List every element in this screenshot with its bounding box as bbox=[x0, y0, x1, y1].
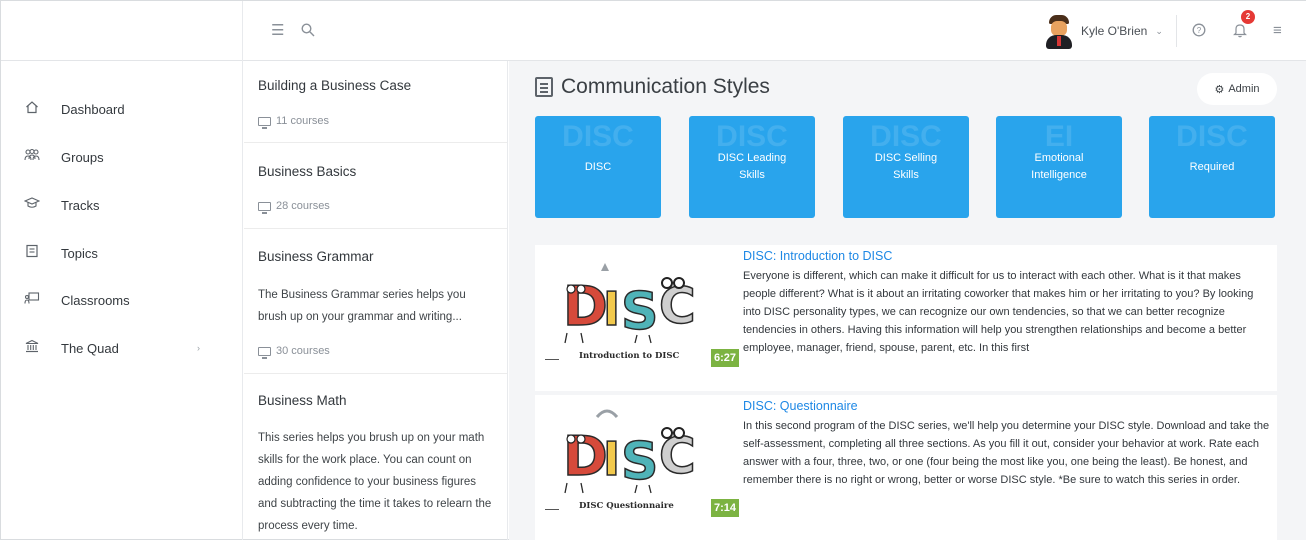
svg-text:I: I bbox=[603, 432, 620, 486]
user-menu[interactable]: Kyle O'Brien ⌄ bbox=[1043, 13, 1163, 49]
chevron-down-icon: ⌄ bbox=[1155, 25, 1163, 36]
series-item[interactable]: Business Math This series helps you brus… bbox=[244, 374, 507, 540]
series-count-text: 11 courses bbox=[276, 115, 329, 127]
series-count-text: 28 courses bbox=[276, 200, 330, 212]
duration-badge: 7:14 bbox=[711, 499, 739, 517]
series-item[interactable]: Business Grammar The Business Grammar se… bbox=[244, 229, 507, 374]
series-title: Building a Business Case bbox=[258, 78, 412, 93]
thumbnail-caption: Introduction to DISC bbox=[579, 351, 680, 361]
divider bbox=[545, 509, 559, 510]
right-menu-icon[interactable]: ≡ bbox=[1273, 23, 1282, 39]
tile-disc-selling-skills[interactable]: DISC DISC Selling Skills bbox=[843, 116, 969, 218]
tile-label: Emotional Intelligence bbox=[1031, 152, 1087, 181]
series-count: 11 courses bbox=[258, 115, 329, 129]
tile-emotional-intelligence[interactable]: EI Emotional Intelligence bbox=[996, 116, 1122, 218]
course-thumbnail[interactable]: D I S C DISC Questionnaire 7:14 bbox=[541, 403, 739, 517]
logo-area bbox=[1, 1, 243, 61]
divider bbox=[1176, 15, 1177, 47]
bank-icon bbox=[23, 339, 41, 357]
svg-text:I: I bbox=[603, 282, 620, 336]
course-card[interactable]: D I S C DISC Questionnaire 7:14 DISC: Qu… bbox=[535, 395, 1277, 540]
sidebar-item-classrooms[interactable]: Classrooms bbox=[1, 280, 243, 320]
sidebar-item-label: The Quad bbox=[61, 340, 119, 356]
tile-disc[interactable]: DISC DISC bbox=[535, 116, 661, 218]
series-title: Business Math bbox=[258, 393, 347, 408]
series-list: Building a Business Case 11 courses Busi… bbox=[244, 61, 508, 540]
tile-label: Required bbox=[1189, 160, 1235, 173]
svg-text:D: D bbox=[563, 425, 608, 488]
sidebar-item-tracks[interactable]: Tracks bbox=[1, 185, 243, 225]
duration-badge: 6:27 bbox=[711, 349, 739, 367]
sidebar-item-groups[interactable]: Groups bbox=[1, 137, 243, 177]
graduation-cap-icon bbox=[23, 196, 41, 214]
app-window: ☰ Kyle O'Brien ⌄ ? 2 ≡ Dashboard Groups … bbox=[0, 0, 1306, 540]
tile-label: DISC Selling Skills bbox=[874, 152, 938, 181]
svg-text:?: ? bbox=[1197, 26, 1202, 35]
series-count: 30 courses bbox=[258, 345, 330, 359]
sidebar-item-label: Dashboard bbox=[61, 101, 125, 117]
gear-icon: ⚙ bbox=[1214, 83, 1225, 96]
course-description: Everyone is different, which can make it… bbox=[743, 270, 1254, 354]
monitor-icon bbox=[258, 201, 271, 214]
disc-characters-illustration: D I S C bbox=[541, 253, 731, 348]
sidebar-item-label: Topics bbox=[61, 245, 98, 261]
tile-required[interactable]: DISC Required bbox=[1149, 116, 1275, 218]
divider bbox=[545, 359, 559, 360]
notification-count-badge: 2 bbox=[1241, 10, 1255, 24]
tile-label: DISC bbox=[584, 160, 612, 173]
series-description: This series helps you brush up on your m… bbox=[258, 432, 492, 532]
course-title-link[interactable]: DISC: Questionnaire bbox=[743, 399, 858, 413]
classroom-icon bbox=[23, 291, 41, 309]
thumbnail-caption: DISC Questionnaire bbox=[579, 501, 674, 511]
course-title-link[interactable]: DISC: Introduction to DISC bbox=[743, 249, 892, 263]
sidebar-item-label: Tracks bbox=[61, 197, 100, 213]
tile-label: DISC Leading Skills bbox=[717, 152, 787, 181]
page-header: Communication Styles bbox=[535, 75, 770, 99]
top-bar: ☰ Kyle O'Brien ⌄ ? 2 ≡ bbox=[1, 1, 1306, 61]
series-count-text: 30 courses bbox=[276, 345, 330, 357]
admin-button-label: Admin bbox=[1228, 83, 1260, 95]
course-thumbnail[interactable]: D I S C Introduction to DISC 6:27 bbox=[541, 253, 739, 367]
topic-book-icon bbox=[535, 77, 553, 97]
groups-icon bbox=[23, 148, 41, 166]
tile-disc-leading-skills[interactable]: DISC DISC Leading Skills bbox=[689, 116, 815, 218]
series-title: Business Basics bbox=[258, 164, 357, 179]
admin-button[interactable]: ⚙ Admin bbox=[1197, 73, 1277, 105]
series-item[interactable]: Building a Business Case 11 courses bbox=[244, 61, 507, 143]
chevron-right-icon: › bbox=[197, 343, 200, 353]
user-name: Kyle O'Brien bbox=[1081, 24, 1148, 38]
disc-characters-illustration: D I S C bbox=[541, 403, 731, 498]
sidebar-item-dashboard[interactable]: Dashboard bbox=[1, 89, 243, 129]
svg-text:S: S bbox=[621, 282, 658, 342]
series-title: Business Grammar bbox=[258, 249, 374, 264]
search-icon[interactable] bbox=[301, 23, 315, 41]
help-icon[interactable]: ? bbox=[1192, 23, 1206, 41]
sidebar-item-label: Classrooms bbox=[61, 292, 130, 308]
course-card[interactable]: D I S C Introduction to DISC 6:27 DISC: … bbox=[535, 245, 1277, 391]
svg-text:D: D bbox=[563, 275, 608, 338]
svg-text:S: S bbox=[621, 432, 658, 492]
monitor-icon bbox=[258, 116, 271, 129]
topics-book-icon bbox=[23, 244, 41, 262]
series-item[interactable]: Business Basics 28 courses bbox=[244, 143, 507, 229]
hamburger-menu-icon[interactable]: ☰ bbox=[271, 23, 284, 39]
sidebar-item-topics[interactable]: Topics bbox=[1, 233, 243, 273]
home-icon bbox=[23, 100, 41, 118]
sidebar: Dashboard Groups Tracks Topics Classroom… bbox=[1, 61, 243, 540]
sidebar-item-label: Groups bbox=[61, 149, 104, 165]
monitor-icon bbox=[258, 346, 271, 359]
bell-icon[interactable] bbox=[1233, 23, 1247, 42]
avatar bbox=[1043, 13, 1075, 49]
main-panel: Communication Styles ⚙ Admin DISC DISC D… bbox=[509, 61, 1306, 540]
course-description: In this second program of the DISC serie… bbox=[743, 420, 1270, 486]
series-count: 28 courses bbox=[258, 200, 330, 214]
sidebar-item-the-quad[interactable]: The Quad › bbox=[1, 328, 243, 368]
page-title: Communication Styles bbox=[561, 75, 770, 98]
series-description: The Business Grammar series helps you br… bbox=[258, 289, 466, 323]
